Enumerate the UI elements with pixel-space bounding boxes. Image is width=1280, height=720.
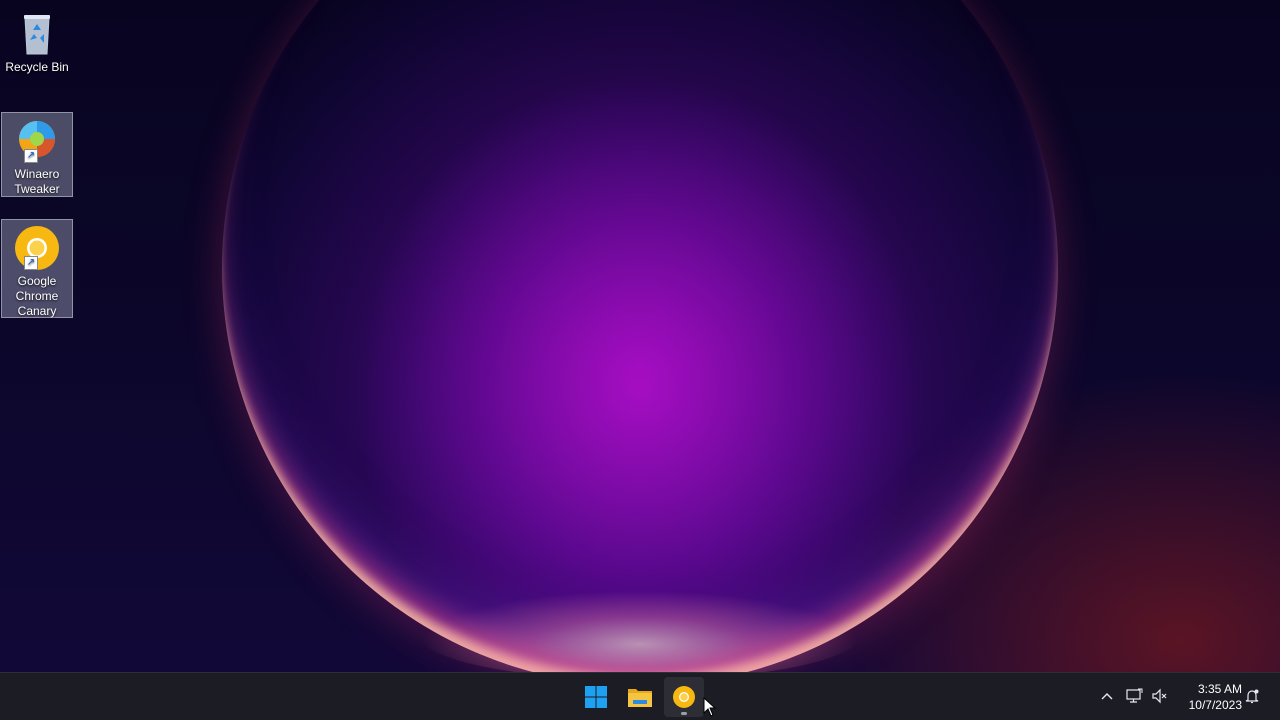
start-button[interactable]: [576, 677, 616, 717]
notification-icon[interactable]: [1241, 685, 1263, 707]
chrome-canary-icon: [673, 686, 695, 708]
clock-time: 3:35 AM: [1197, 682, 1242, 696]
folder-icon: [628, 689, 652, 707]
desktop-wallpaper: [0, 0, 1280, 672]
desktop-icon-chrome-canary[interactable]: ↗ Google Chrome Canary: [1, 219, 73, 318]
desktop-icon-label: Recycle Bin: [5, 60, 69, 74]
chrome-canary-button[interactable]: [664, 677, 704, 717]
mouse-cursor-icon: [703, 697, 717, 717]
taskbar: 3:35 AM 10/7/2023: [0, 672, 1280, 720]
windows-logo-icon: [585, 686, 607, 708]
wallpaper-glow: [420, 590, 860, 672]
file-explorer-button[interactable]: [620, 677, 660, 717]
taskbar-clock[interactable]: 3:35 AM 10/7/2023: [1176, 681, 1242, 713]
chevron-up-icon[interactable]: [1096, 685, 1118, 707]
shortcut-arrow-icon: ↗: [24, 256, 38, 270]
shortcut-arrow-icon: ↗: [24, 149, 38, 163]
desktop-icon-winaero-tweaker[interactable]: ↗ Winaero Tweaker: [1, 112, 73, 197]
recycle-bin-icon: [13, 10, 61, 58]
volume-muted-icon[interactable]: [1149, 685, 1171, 707]
desktop-icon-label: Winaero Tweaker: [14, 167, 60, 196]
wallpaper-orb: [222, 0, 1058, 672]
network-icon[interactable]: [1123, 685, 1145, 707]
chrome-canary-icon: ↗: [13, 224, 61, 272]
desktop-icon-label: Google Chrome Canary: [15, 274, 59, 318]
winaero-tweaker-icon: ↗: [13, 117, 61, 165]
desktop-icon-recycle-bin[interactable]: Recycle Bin: [1, 6, 73, 78]
clock-date: 10/7/2023: [1188, 698, 1242, 712]
